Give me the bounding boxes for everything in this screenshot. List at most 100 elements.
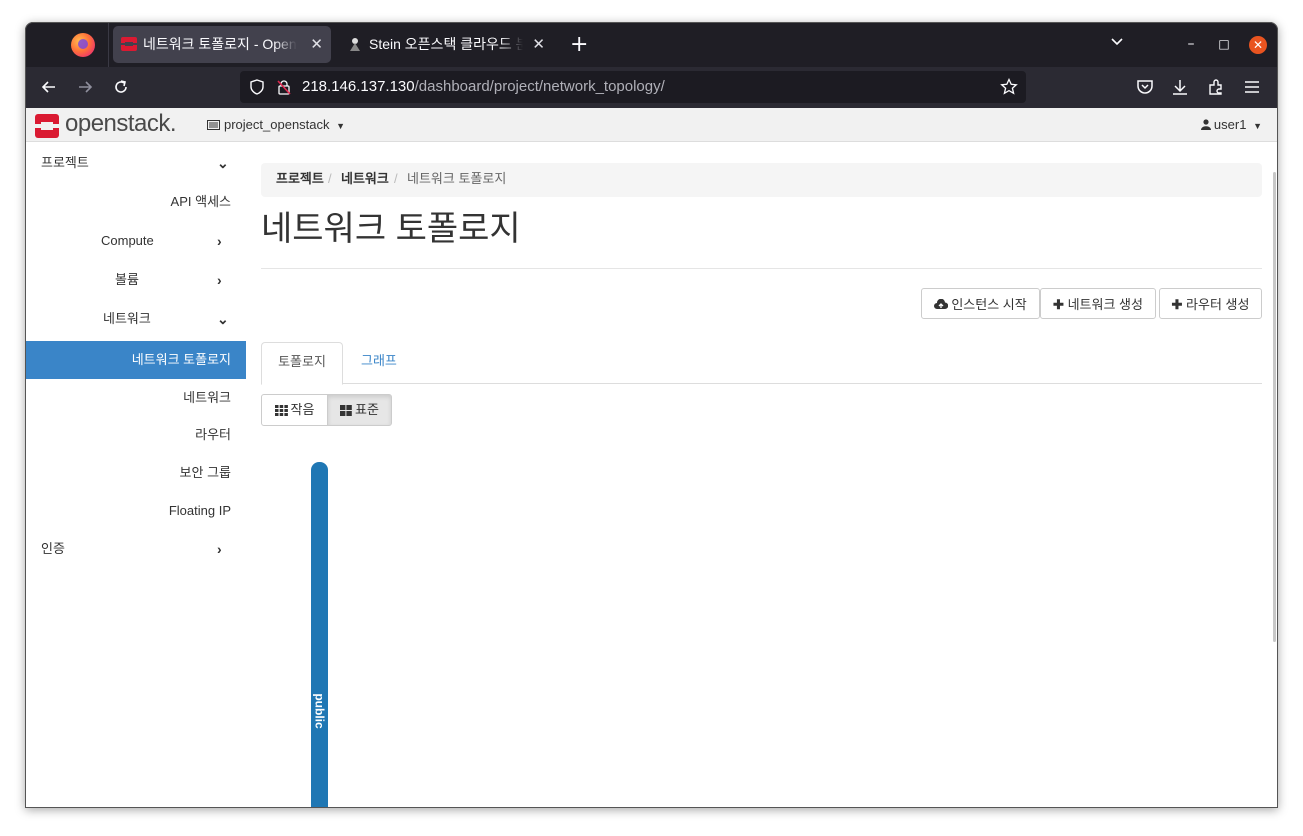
sidebar: 프로젝트 ⌄ API 액세스 Compute › 볼륨 › 네트워크 ⌄ 네트워… xyxy=(25,142,246,808)
tab-topology[interactable]: 토폴로지 xyxy=(261,342,343,385)
url-host: 218.146.137.130 xyxy=(302,78,415,95)
openstack-logo-icon[interactable] xyxy=(35,114,59,138)
sidebar-item-network-topology[interactable]: 네트워크 토폴로지 xyxy=(25,341,246,379)
address-bar[interactable]: 218.146.137.130/dashboard/project/networ… xyxy=(240,71,1026,103)
sidebar-item-compute[interactable]: Compute › xyxy=(25,222,246,260)
window-close-button[interactable]: ✕ xyxy=(1249,36,1267,54)
openstack-logo-text[interactable]: openstack. xyxy=(65,109,177,139)
grid-large-icon xyxy=(340,405,352,417)
chevron-down-icon: ⌄ xyxy=(217,311,229,327)
chevron-right-icon: › xyxy=(217,233,222,249)
normal-view-button[interactable]: 표준 xyxy=(327,394,392,426)
caret-down-icon: ▼ xyxy=(336,121,346,131)
page-title: 네트워크 토폴로지 xyxy=(261,210,521,248)
title-divider xyxy=(261,268,1262,269)
forward-icon[interactable] xyxy=(75,77,95,97)
tab-close-icon[interactable]: ✕ xyxy=(310,26,323,63)
sidebar-item-identity[interactable]: 인증 › xyxy=(25,530,246,568)
launch-instance-button[interactable]: 인스턴스 시작 xyxy=(921,288,1040,319)
breadcrumb-separator: / xyxy=(394,171,398,186)
page-scrollbar[interactable] xyxy=(1273,172,1276,642)
create-router-button[interactable]: ✚ 라우터 생성 xyxy=(1159,288,1262,319)
chevron-right-icon: › xyxy=(217,272,222,288)
small-view-label: 작음 xyxy=(290,402,315,417)
main-content: 프로젝트 / 네트워크 / 네트워크 토폴로지 네트워크 토폴로지 인스턴스 시… xyxy=(261,142,1262,808)
url-text: 218.146.137.130/dashboard/project/networ… xyxy=(302,71,665,103)
sidebar-item-label: Compute xyxy=(101,233,154,248)
tab-close-icon[interactable]: ✕ xyxy=(532,26,545,63)
launch-instance-label: 인스턴스 시작 xyxy=(951,297,1027,312)
pocket-icon[interactable] xyxy=(1135,77,1155,97)
minimize-button[interactable]: – xyxy=(1181,22,1201,67)
sidebar-item-floating-ip[interactable]: Floating IP xyxy=(25,492,246,530)
sidebar-item-label: 라우터 xyxy=(195,427,231,442)
create-router-label: 라우터 생성 xyxy=(1186,297,1250,312)
sidebar-item-network[interactable]: 네트워크 ⌄ xyxy=(25,300,246,338)
downloads-icon[interactable] xyxy=(1170,77,1190,97)
firefox-menu-icon[interactable] xyxy=(71,33,95,57)
bookmark-star-icon[interactable] xyxy=(1000,78,1018,96)
network-label-public: public xyxy=(312,693,327,729)
openstack-header: openstack. project_openstack ▼ user1 ▼ xyxy=(25,108,1278,142)
sidebar-item-label: 네트워크 xyxy=(183,390,231,405)
sidebar-item-api-access[interactable]: API 액세스 xyxy=(25,183,246,221)
url-path: /dashboard/project/network_topology/ xyxy=(414,78,665,95)
sidebar-item-label: 네트워크 xyxy=(103,311,151,326)
sidebar-item-label: 프로젝트 xyxy=(41,155,89,170)
breadcrumb-project[interactable]: 프로젝트 xyxy=(276,163,324,195)
sidebar-item-security-groups[interactable]: 보안 그룹 xyxy=(25,454,246,492)
back-icon[interactable] xyxy=(39,77,59,97)
tab-separator xyxy=(108,22,109,67)
project-selector[interactable]: project_openstack ▼ xyxy=(207,108,345,143)
cloud-upload-icon xyxy=(934,298,949,309)
small-view-button[interactable]: 작음 xyxy=(261,394,328,426)
tracking-shield-icon[interactable] xyxy=(249,79,265,95)
grid-small-icon xyxy=(274,405,288,417)
openstack-favicon-icon xyxy=(121,37,137,51)
tab-title: Stein 오픈스택 클라우드 분석 xyxy=(369,36,523,52)
sidebar-item-routers[interactable]: 라우터 xyxy=(25,416,246,454)
sidebar-item-label: 볼륨 xyxy=(115,272,139,287)
create-network-button[interactable]: ✚ 네트워크 생성 xyxy=(1040,288,1156,319)
insecure-lock-icon[interactable] xyxy=(276,79,292,95)
chevron-down-icon: ⌄ xyxy=(217,155,229,171)
extensions-icon[interactable] xyxy=(1206,77,1226,97)
create-network-label: 네트워크 생성 xyxy=(1067,297,1143,312)
view-tabs: 토폴로지 그래프 xyxy=(261,342,1262,385)
new-tab-button[interactable]: + xyxy=(570,22,588,67)
breadcrumb: 프로젝트 / 네트워크 / 네트워크 토폴로지 xyxy=(261,163,1262,197)
network-bar-public[interactable] xyxy=(311,462,328,808)
breadcrumb-network[interactable]: 네트워크 xyxy=(341,163,389,195)
plus-icon: ✚ xyxy=(1171,297,1183,312)
plus-icon: ✚ xyxy=(1053,297,1064,312)
user-menu[interactable]: user1 ▼ xyxy=(1200,108,1262,143)
browser-window: 네트워크 토폴로지 - OpenStack Dashboard ✕ Stein … xyxy=(25,22,1278,808)
project-list-icon xyxy=(207,120,220,130)
caret-down-icon: ▼ xyxy=(1253,121,1262,131)
breadcrumb-separator: / xyxy=(328,171,332,186)
sidebar-item-label: Floating IP xyxy=(168,503,231,518)
sidebar-item-label: API 액세스 xyxy=(170,194,231,209)
project-name: project_openstack xyxy=(224,117,330,132)
sidebar-item-project[interactable]: 프로젝트 ⌄ xyxy=(25,144,246,182)
user-icon xyxy=(1200,119,1211,130)
tab-openstack[interactable]: 네트워크 토폴로지 - OpenStack Dashboard ✕ xyxy=(113,26,331,63)
tab-graph[interactable]: 그래프 xyxy=(361,342,397,383)
sidebar-item-volumes[interactable]: 볼륨 › xyxy=(25,261,246,299)
chevron-right-icon: › xyxy=(217,541,222,557)
sidebar-item-label: 보안 그룹 xyxy=(179,465,231,480)
user-name: user1 xyxy=(1213,117,1247,132)
tab-bar: 네트워크 토폴로지 - OpenStack Dashboard ✕ Stein … xyxy=(25,22,1278,67)
list-all-tabs-icon[interactable] xyxy=(1110,35,1124,49)
network-label-public-wrap: public xyxy=(311,682,328,742)
stein-favicon-icon xyxy=(350,38,360,51)
tab-title: 네트워크 토폴로지 - OpenStack Dashboard xyxy=(143,36,297,52)
normal-view-label: 표준 xyxy=(355,402,379,417)
tab-stein[interactable]: Stein 오픈스택 클라우드 분석 ✕ xyxy=(339,26,553,63)
reload-icon[interactable] xyxy=(111,77,131,97)
maximize-button[interactable]: □ xyxy=(1214,22,1234,67)
navigation-bar: 218.146.137.130/dashboard/project/networ… xyxy=(25,67,1278,108)
sidebar-item-networks[interactable]: 네트워크 xyxy=(25,379,246,417)
app-menu-icon[interactable] xyxy=(1242,77,1262,97)
sidebar-item-label: 네트워크 토폴로지 xyxy=(131,352,231,367)
